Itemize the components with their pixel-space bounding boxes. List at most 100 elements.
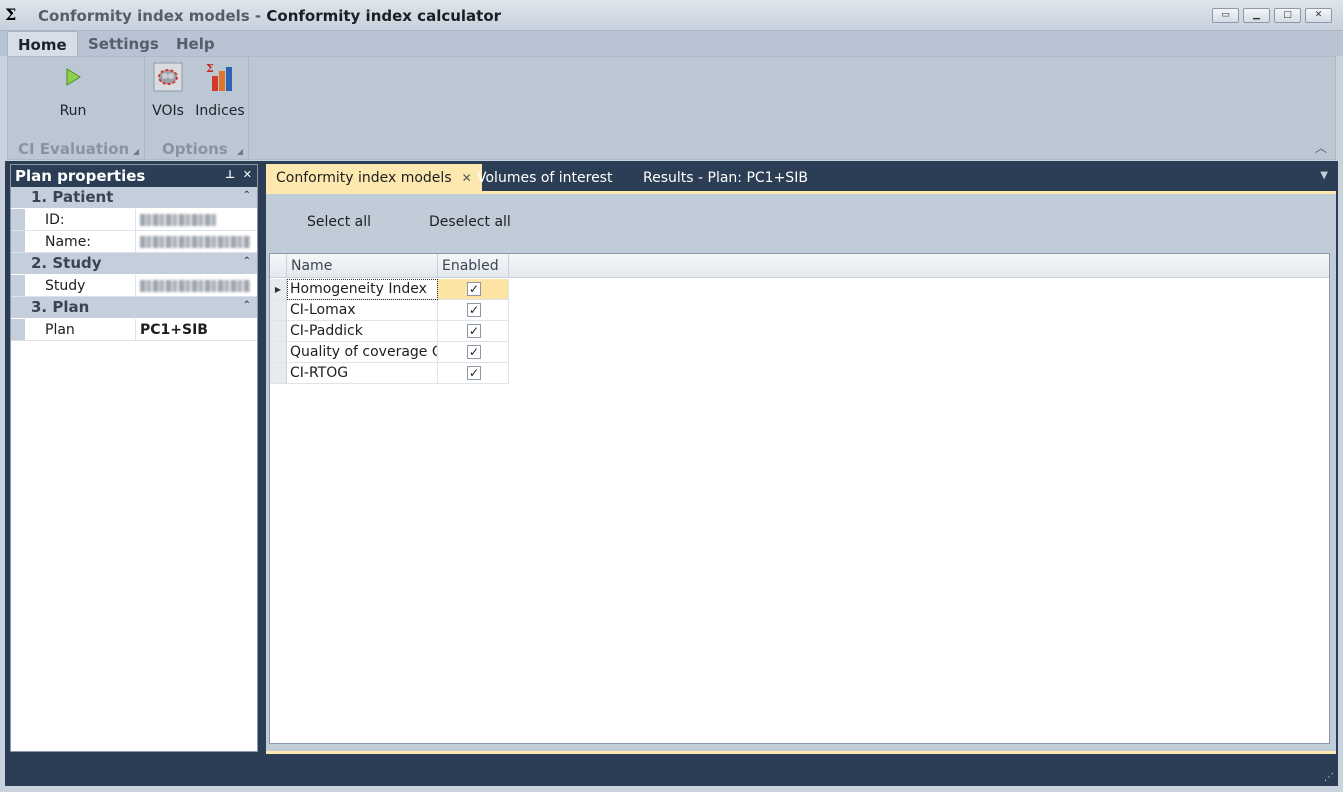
cell-name[interactable]: CI-RTOG <box>287 363 438 384</box>
property-name: Name: <box>45 234 92 250</box>
ribbon-tab-help[interactable]: Help <box>166 31 225 56</box>
property-name: ID: <box>45 212 65 228</box>
vois-label: VOIs <box>152 103 184 119</box>
tab-label: Conformity index models <box>276 170 452 186</box>
deselect-all-button[interactable]: Deselect all <box>429 214 511 230</box>
close-window-button[interactable]: ✕ <box>1305 8 1332 23</box>
run-button[interactable]: Run <box>48 61 98 119</box>
ribbon-tab-settings[interactable]: Settings <box>78 31 169 56</box>
enabled-checkbox[interactable]: ✓ <box>467 366 481 380</box>
pin-icon[interactable]: ⊥ <box>225 168 235 181</box>
minimize-button[interactable]: ▁ <box>1243 8 1270 23</box>
table-row[interactable]: Quality of coverage Q ✓ <box>270 342 509 363</box>
close-icon: ✕ <box>1314 10 1323 20</box>
property-row-study[interactable]: Study <box>11 275 257 297</box>
collapse-icon[interactable]: ⌃ <box>243 190 251 201</box>
models-grid: Name Enabled ▶ Homogeneity Index ✓ CI-Lo… <box>269 253 1330 744</box>
tab-conformity-index-models[interactable]: Conformity index models ✕ <box>266 164 482 191</box>
play-icon <box>48 61 98 93</box>
app-sigma-icon[interactable]: Σ <box>5 6 21 23</box>
resize-grip-icon[interactable]: ⋰ <box>1324 772 1334 783</box>
property-value-redacted[interactable] <box>135 275 257 296</box>
title-bar: Σ Conformity index models - Conformity i… <box>0 0 1343 31</box>
window-title-main: Conformity index calculator <box>266 7 502 25</box>
panel-header: Plan properties ⊥ ✕ <box>11 165 257 187</box>
select-all-button[interactable]: Select all <box>307 214 371 230</box>
ribbon-tab-strip: Home Settings Help <box>0 31 1343 56</box>
indices-label: Indices <box>195 103 245 119</box>
layout-icon: ▭ <box>1221 10 1230 20</box>
grid-header: Name Enabled <box>270 254 1329 278</box>
category-patient[interactable]: 1. Patient ⌃ <box>11 187 257 209</box>
property-value-plan[interactable]: PC1+SIB <box>135 319 257 340</box>
ribbon-tab-home[interactable]: Home <box>7 31 78 56</box>
property-name: Plan <box>45 322 75 338</box>
ribbon-group-options: VOIs Σ Indices Options ◢ <box>145 57 249 160</box>
ribbon-group-label: Options <box>162 140 228 158</box>
property-name: Study <box>45 278 86 294</box>
property-row-name[interactable]: Name: <box>11 231 257 253</box>
category-plan[interactable]: 3. Plan ⌃ <box>11 297 257 319</box>
tab-results[interactable]: Results - Plan: PC1+SIB <box>633 164 818 191</box>
document-tab-strip: Conformity index models ✕ Volumes of inte… <box>266 164 1336 191</box>
status-bar: ⋰ <box>5 754 1338 786</box>
category-study[interactable]: 2. Study ⌃ <box>11 253 257 275</box>
row-indicator <box>270 363 287 384</box>
collapse-icon[interactable]: ⌃ <box>243 300 251 311</box>
cell-name[interactable]: CI-Lomax <box>287 300 438 321</box>
svg-text:Σ: Σ <box>206 62 214 75</box>
ribbon-group-label: CI Evaluation <box>18 140 130 158</box>
table-row[interactable]: CI-Lomax ✓ <box>270 300 509 321</box>
category-label: 3. Plan <box>31 298 90 316</box>
column-header-enabled[interactable]: Enabled <box>438 254 509 278</box>
row-indicator <box>270 342 287 363</box>
enabled-checkbox[interactable]: ✓ <box>467 345 481 359</box>
collapse-ribbon-icon[interactable]: ︿ <box>1315 139 1327 156</box>
cell-enabled: ✓ <box>438 342 509 363</box>
plan-properties-panel: Plan properties ⊥ ✕ 1. Patient ⌃ ID: Nam… <box>10 164 258 752</box>
window-title: Conformity index models - Conformity ind… <box>38 7 501 25</box>
property-row-plan[interactable]: Plan PC1+SIB <box>11 319 257 341</box>
property-value-redacted[interactable] <box>135 231 257 252</box>
tab-volumes-of-interest[interactable]: Volumes of interest <box>467 164 622 191</box>
cell-name[interactable]: CI-Paddick <box>287 321 438 342</box>
tab-list-dropdown-icon[interactable]: ▼ <box>1320 170 1328 181</box>
restore-layout-button[interactable]: ▭ <box>1212 8 1239 23</box>
table-row[interactable]: CI-Paddick ✓ <box>270 321 509 342</box>
cell-enabled: ✓ <box>438 300 509 321</box>
redacted-value <box>140 236 250 248</box>
row-indicator <box>270 321 287 342</box>
group-launcher-icon[interactable]: ◢ <box>237 147 243 156</box>
maximize-button[interactable]: □ <box>1274 8 1301 23</box>
cell-name[interactable]: Quality of coverage Q <box>287 342 438 363</box>
workspace: Plan properties ⊥ ✕ 1. Patient ⌃ ID: Nam… <box>5 161 1338 786</box>
voi-icon <box>150 61 186 93</box>
group-launcher-icon[interactable]: ◢ <box>133 147 139 156</box>
ribbon: Run CI Evaluation ◢ VOIs Σ Indices Optio… <box>7 56 1336 160</box>
vois-button[interactable]: VOIs <box>150 61 186 119</box>
grid-header-corner <box>270 254 287 278</box>
property-value-redacted[interactable] <box>135 209 257 230</box>
enabled-checkbox[interactable]: ✓ <box>467 282 481 296</box>
table-row[interactable]: CI-RTOG ✓ <box>270 363 509 384</box>
maximize-icon: □ <box>1283 10 1292 20</box>
table-row[interactable]: ▶ Homogeneity Index ✓ <box>270 279 509 300</box>
redacted-value <box>140 214 216 226</box>
property-row-id[interactable]: ID: <box>11 209 257 231</box>
indices-button[interactable]: Σ Indices <box>195 61 245 119</box>
cell-name[interactable]: Homogeneity Index <box>287 279 438 300</box>
enabled-checkbox[interactable]: ✓ <box>467 303 481 317</box>
column-header-name[interactable]: Name <box>287 254 438 278</box>
cell-enabled: ✓ <box>438 279 509 300</box>
indices-chart-icon: Σ <box>195 61 245 93</box>
cell-enabled: ✓ <box>438 363 509 384</box>
redacted-value <box>140 280 250 292</box>
enabled-checkbox[interactable]: ✓ <box>467 324 481 338</box>
collapse-icon[interactable]: ⌃ <box>243 256 251 267</box>
row-indicator-icon: ▶ <box>270 279 287 300</box>
minimize-icon: ▁ <box>1253 10 1260 20</box>
category-label: 1. Patient <box>31 188 114 206</box>
close-panel-icon[interactable]: ✕ <box>243 168 252 181</box>
cell-enabled: ✓ <box>438 321 509 342</box>
row-indicator <box>270 300 287 321</box>
